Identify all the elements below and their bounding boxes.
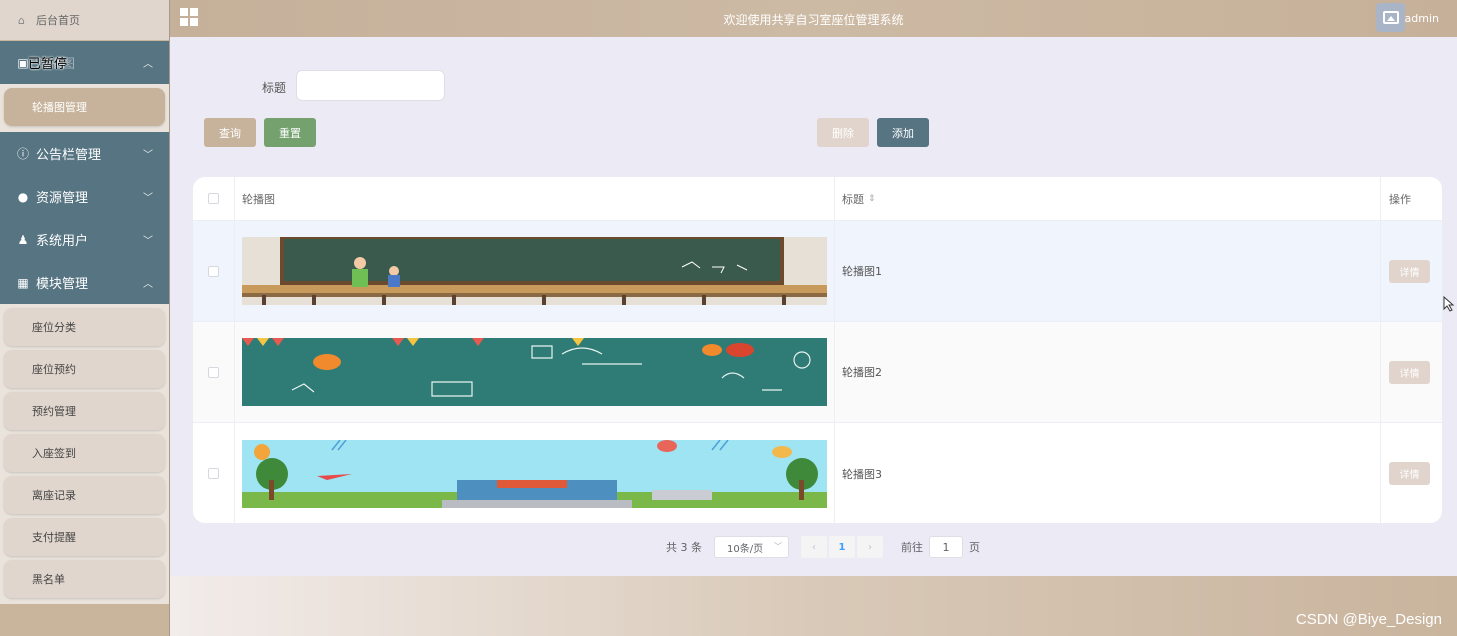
mouse-cursor-icon (1443, 296, 1455, 312)
footer: CSDN @Biye_Design (170, 576, 1457, 636)
sidebar-item-label: 黑名单 (32, 573, 65, 586)
select-all-checkbox[interactable] (208, 193, 219, 204)
carousel-image-school (242, 439, 827, 508)
module-submenu: 座位分类 座位预约 预约管理 入座签到 离座记录 支付提醒 黑名单 (0, 304, 169, 604)
menu-resource[interactable]: ● 资源管理 ﹀ (0, 175, 169, 218)
detail-button[interactable]: 详情 (1389, 259, 1430, 283)
avatar[interactable] (1376, 3, 1405, 32)
chevron-up-icon: ︿ (143, 59, 153, 70)
sidebar-item-label: 座位分类 (32, 321, 76, 334)
username[interactable]: admin (1405, 12, 1439, 25)
row-checkbox[interactable] (208, 468, 219, 479)
menu-notice-label: 公告栏管理 (36, 148, 102, 163)
carousel-submenu: 轮播图管理 (0, 84, 169, 132)
prev-page-button[interactable]: ‹ (801, 536, 827, 558)
page-unit-label: 页 (969, 541, 980, 554)
row-title: 轮播图3 (835, 423, 1381, 523)
menu-modules-label: 模块管理 (36, 277, 89, 292)
chevron-up-icon: ︿ (143, 279, 153, 290)
row-title: 轮播图1 (835, 221, 1381, 321)
add-button[interactable]: 添加 (877, 118, 929, 147)
sidebar-item-payment-reminder[interactable]: 支付提醒 (4, 518, 165, 556)
title-search-label: 标题 (262, 81, 287, 95)
sidebar-item-seat-booking[interactable]: 座位预约 (4, 350, 165, 388)
menu-resource-label: 资源管理 (36, 191, 89, 206)
sidebar-item-label: 支付提醒 (32, 531, 76, 544)
chevron-down-icon: ﹀ (143, 193, 153, 204)
chevron-down-icon: ﹀ (143, 236, 153, 247)
carousel-image-chalkboard (242, 338, 827, 406)
goto-label: 前往 (901, 541, 923, 554)
sidebar-item-blacklist[interactable]: 黑名单 (4, 560, 165, 598)
row-checkbox[interactable] (208, 366, 219, 378)
main-content: 标题 查询 重置 删除 添加 轮播图 标题 ⇕ 操作 轮播图1 详情 轮播图2 … (170, 37, 1457, 576)
sidebar-item-label: 预约管理 (32, 405, 76, 418)
sort-icon[interactable]: ⇕ (868, 194, 876, 204)
table-row: 轮播图2 详情 (193, 322, 1442, 423)
sidebar: ⌂ 后台首页 ▣ 轮播图 已暂停 ︿ 轮播图管理 ⓘ 公告栏管理 ﹀ ● 资源管… (0, 0, 170, 636)
grid-icon: ▦ (17, 275, 29, 290)
user-icon: ♟ (17, 232, 29, 247)
table-row: 轮播图1 详情 (193, 221, 1442, 322)
watermark: CSDN @Biye_Design (1295, 611, 1442, 628)
paused-overlay: 已暂停 (28, 57, 68, 72)
carousel-table: 轮播图 标题 ⇕ 操作 轮播图1 详情 轮播图2 详情 轮播图3 详情 (193, 177, 1442, 523)
title-search-input[interactable] (296, 70, 445, 101)
menu-users[interactable]: ♟ 系统用户 ﹀ (0, 218, 169, 261)
chevron-down-icon: ﹀ (774, 542, 782, 551)
page-number[interactable]: 1 (829, 536, 855, 558)
bulb-icon: ● (17, 189, 29, 204)
sidebar-item-checkin[interactable]: 入座签到 (4, 434, 165, 472)
goto-page-input[interactable]: 1 (929, 536, 963, 558)
top-header: 欢迎使用共享自习室座位管理系统 admin (170, 0, 1457, 37)
detail-button[interactable]: 详情 (1389, 360, 1430, 384)
reset-button[interactable]: 重置 (264, 118, 316, 147)
table-row: 轮播图3 详情 (193, 423, 1442, 523)
sidebar-item-booking-manage[interactable]: 预约管理 (4, 392, 165, 430)
query-button[interactable]: 查询 (204, 118, 256, 147)
chevron-down-icon: ﹀ (143, 150, 153, 161)
carousel-image-classroom (242, 237, 827, 305)
menu-modules[interactable]: ▦ 模块管理 ︿ (0, 261, 169, 304)
column-image-header: 轮播图 (235, 177, 835, 220)
info-icon: ⓘ (16, 147, 29, 161)
page-title: 欢迎使用共享自习室座位管理系统 (723, 13, 904, 27)
home-link[interactable]: ⌂ 后台首页 (0, 0, 169, 40)
sidebar-item-label: 入座签到 (32, 447, 76, 460)
delete-button[interactable]: 删除 (817, 118, 869, 147)
menu-carousel[interactable]: ▣ 轮播图 已暂停 ︿ (0, 41, 169, 84)
menu-notice[interactable]: ⓘ 公告栏管理 ﹀ (0, 132, 169, 175)
page-size-select[interactable]: 10条/页 ﹀ (714, 536, 789, 558)
sidebar-item-label: 离座记录 (32, 489, 76, 502)
row-title: 轮播图2 (835, 322, 1381, 422)
sidebar-item-label: 轮播图管理 (32, 101, 87, 114)
image-placeholder-icon (1382, 11, 1399, 24)
menu-carousel-label: 轮播图 已暂停 (28, 53, 75, 72)
menu-users-label: 系统用户 (36, 234, 89, 249)
home-label: 后台首页 (36, 14, 80, 27)
sidebar-item-label: 座位预约 (32, 363, 76, 376)
total-count: 共 3 条 (666, 541, 702, 554)
sidebar-item-carousel-manage[interactable]: 轮播图管理 (4, 88, 165, 126)
detail-button[interactable]: 详情 (1389, 462, 1430, 485)
pagination: 共 3 条 10条/页 ﹀ ‹ 1 › 前往 1 页 (666, 536, 980, 558)
row-checkbox[interactable] (208, 265, 219, 277)
home-icon: ⌂ (18, 14, 25, 27)
next-page-button[interactable]: › (857, 536, 883, 558)
table-header: 轮播图 标题 ⇕ 操作 (193, 177, 1442, 221)
column-title-header[interactable]: 标题 ⇕ (835, 177, 1381, 220)
sidebar-item-leave-record[interactable]: 离座记录 (4, 476, 165, 514)
column-op-header: 操作 (1389, 192, 1411, 206)
sidebar-item-seat-category[interactable]: 座位分类 (4, 308, 165, 346)
